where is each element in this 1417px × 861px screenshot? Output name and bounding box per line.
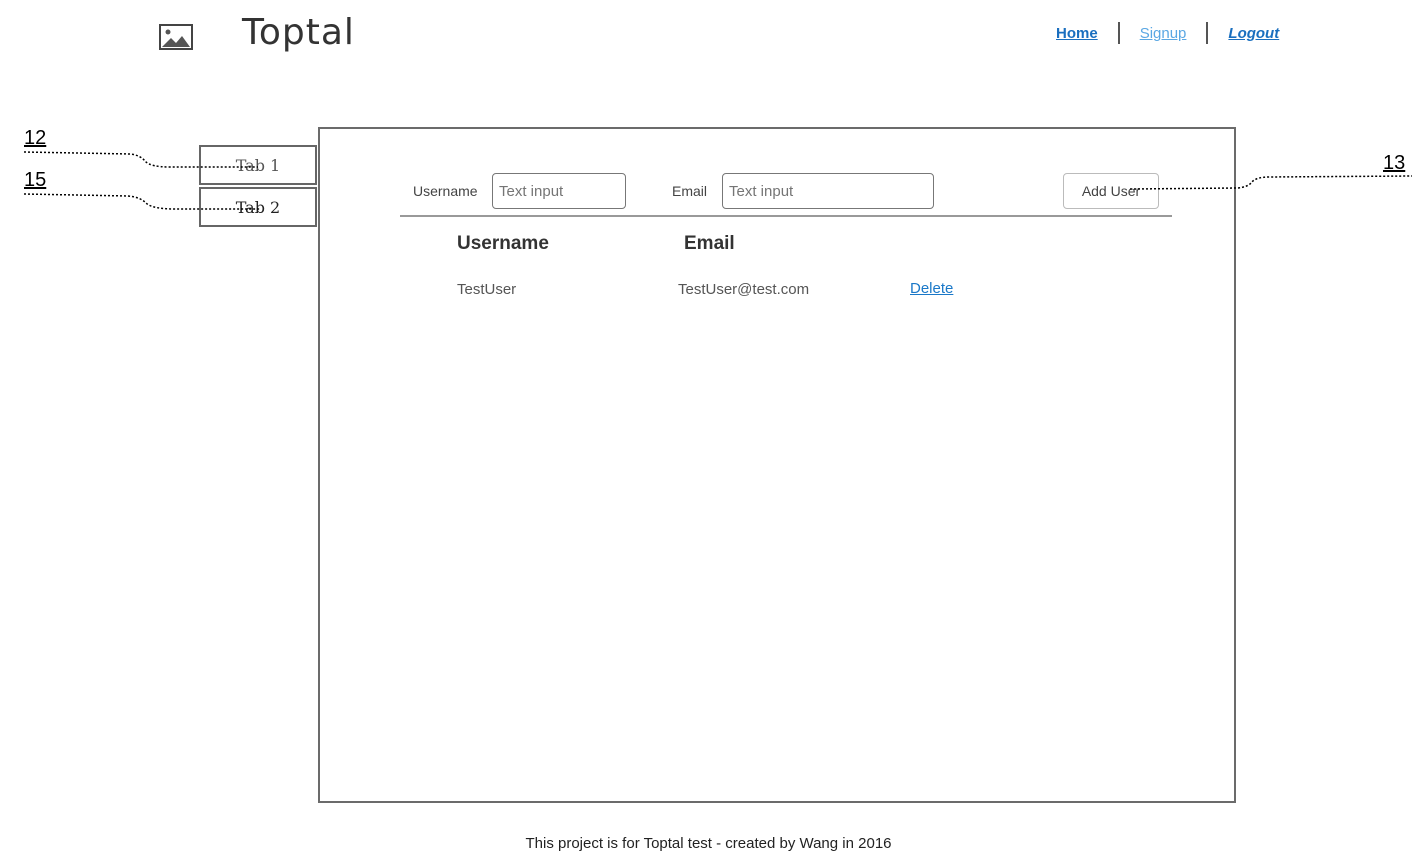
callout-12: 12	[24, 127, 47, 149]
callout-13: 13	[1383, 152, 1406, 174]
callout-15: 15	[24, 169, 47, 191]
footer-text: This project is for Toptal test - create…	[525, 835, 892, 852]
page: Toptal Home Signup Logout Tab 1 Tab 2 Us…	[0, 0, 1417, 861]
callout-leaders	[23, 151, 1413, 210]
